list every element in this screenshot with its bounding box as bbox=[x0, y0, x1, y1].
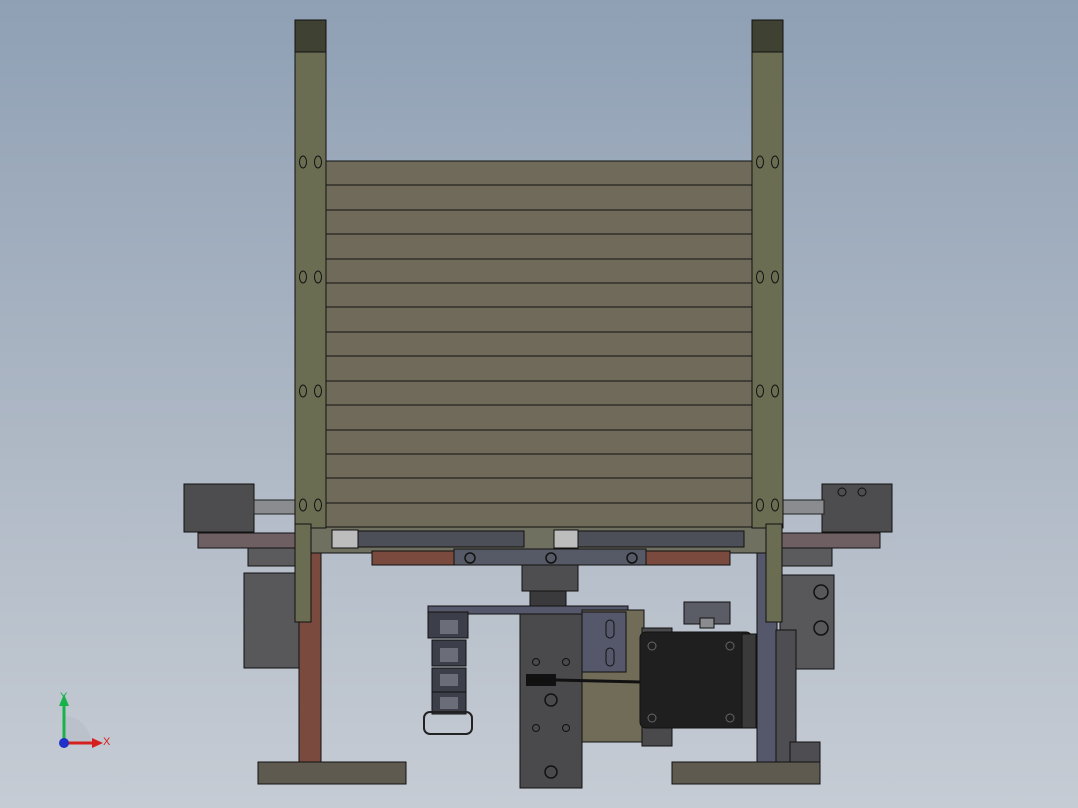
right-foot-plate bbox=[671, 761, 821, 785]
triad-z-axis bbox=[59, 738, 69, 748]
left-upright-cap bbox=[294, 19, 327, 53]
left-rail-block bbox=[247, 547, 299, 567]
left-cylinder-block bbox=[183, 483, 255, 533]
left-foot-plate bbox=[257, 761, 407, 785]
center-shaft-collar bbox=[521, 564, 579, 592]
right-clamp bbox=[553, 529, 579, 549]
triad-x-label: X bbox=[103, 736, 111, 748]
sensor-block bbox=[699, 617, 715, 629]
right-cylinder-block bbox=[821, 483, 893, 533]
stepper-motor bbox=[639, 631, 753, 729]
right-rail-block bbox=[781, 547, 833, 567]
right-slider bbox=[577, 530, 745, 548]
left-clamp bbox=[331, 529, 359, 549]
cad-viewport[interactable]: Y X bbox=[0, 0, 1078, 808]
right-upright-cap bbox=[751, 19, 784, 53]
triad-y-label: Y bbox=[60, 691, 68, 703]
right-upright-lower bbox=[765, 523, 783, 623]
cable-chain bbox=[423, 611, 473, 735]
triad-quadrant bbox=[64, 716, 91, 743]
left-side-housing bbox=[243, 572, 301, 669]
right-cylinder-rod bbox=[781, 499, 825, 515]
motor-cable-connector bbox=[526, 674, 556, 686]
view-triad[interactable]: Y X bbox=[59, 691, 111, 748]
right-leg-foot-block bbox=[789, 741, 821, 763]
motor-cable bbox=[555, 678, 641, 684]
stepper-motor-rear bbox=[741, 633, 757, 729]
left-upright-lower bbox=[294, 523, 312, 623]
cad-model-view[interactable]: Y X bbox=[0, 0, 1078, 808]
left-slider bbox=[357, 530, 525, 548]
left-cylinder-rod bbox=[253, 499, 297, 515]
motor-slot-plate bbox=[581, 611, 627, 673]
left-base-rail bbox=[197, 532, 299, 549]
slat-panel bbox=[325, 160, 753, 528]
triad-x-arrow bbox=[92, 738, 103, 748]
vertical-mount-plate bbox=[519, 613, 583, 789]
right-base-rail bbox=[779, 532, 881, 549]
